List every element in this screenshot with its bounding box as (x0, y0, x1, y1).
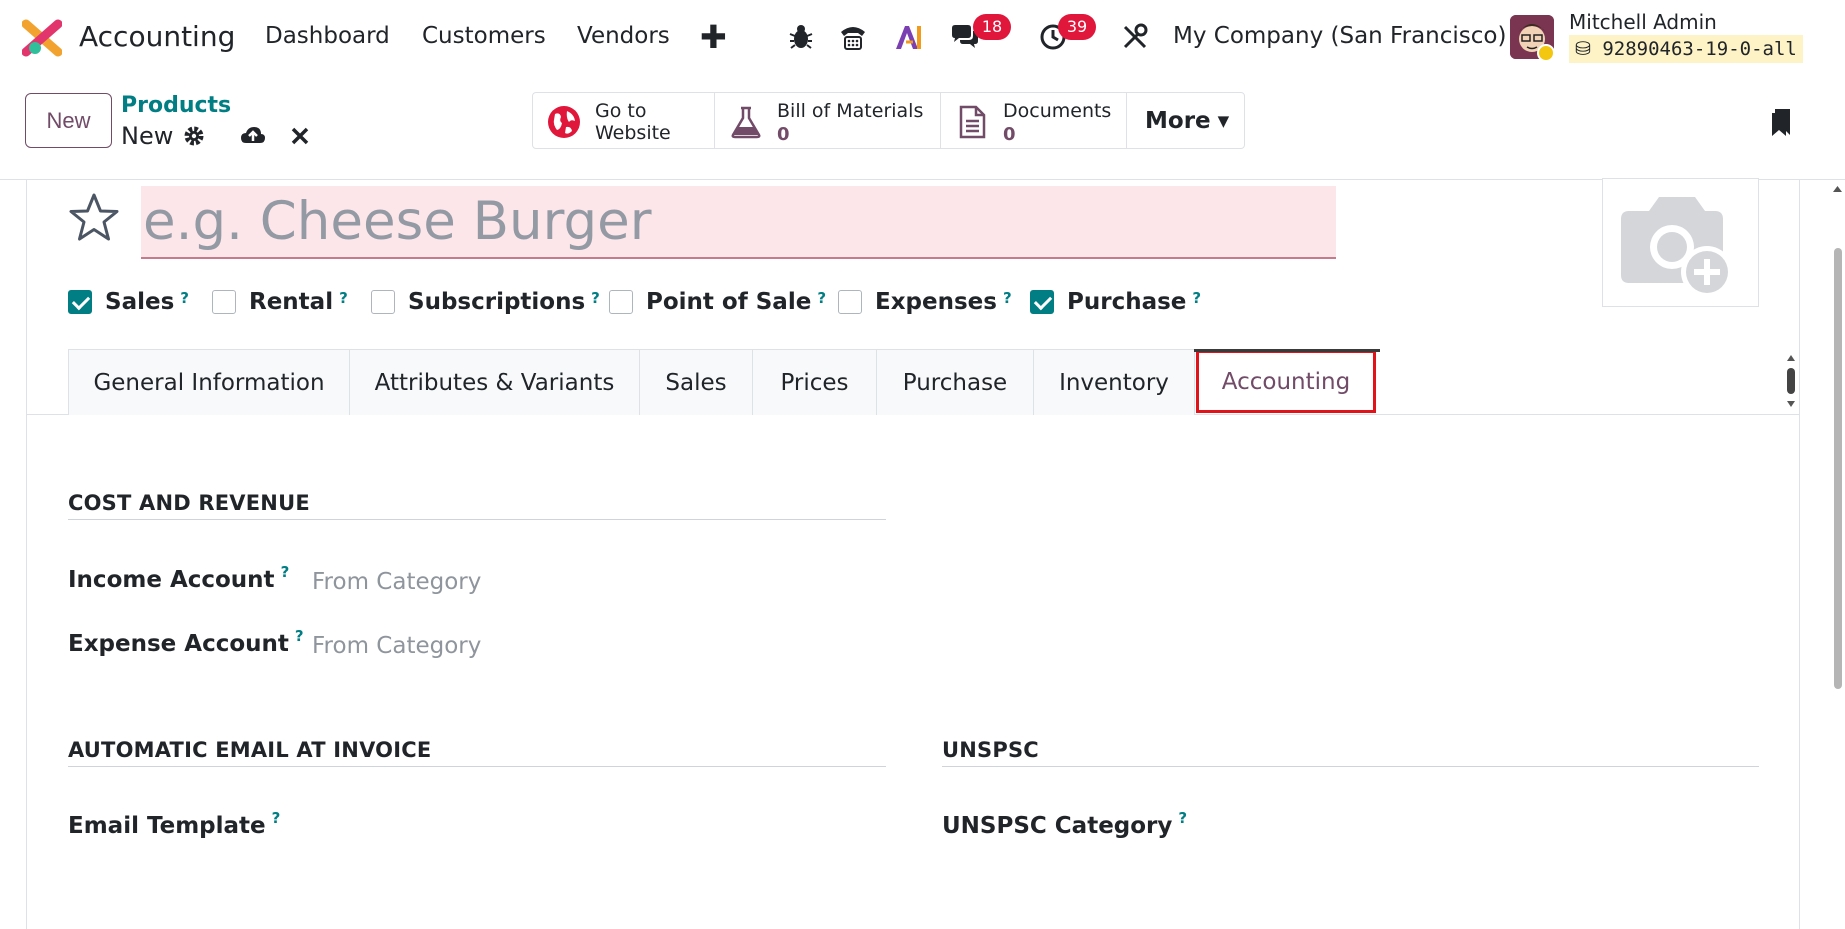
activities-badge: 39 (1058, 14, 1096, 40)
user-status-dot (1537, 44, 1555, 62)
rental-label: Rental (249, 289, 334, 315)
income-account-field[interactable]: From Category (312, 569, 481, 595)
expenses-checkbox[interactable] (838, 290, 862, 314)
section-divider (68, 519, 886, 520)
camera-add-icon (1621, 197, 1733, 298)
company-switcher[interactable]: My Company (San Francisco) (1173, 23, 1506, 49)
help-marker: ? (339, 289, 348, 307)
purchase-checkbox[interactable] (1030, 290, 1054, 314)
point-of-sale-toggle[interactable]: Point of Sale ? (609, 287, 826, 317)
database-icon: ⛁ (1575, 38, 1603, 60)
section-divider (942, 766, 1759, 767)
sales-label: Sales (105, 289, 175, 315)
email-template-label: Email Template? (68, 809, 281, 839)
documents-button[interactable]: Documents 0 (941, 93, 1127, 148)
tab-inventory[interactable]: Inventory (1033, 349, 1195, 415)
plus-icon[interactable]: ✚ (700, 18, 727, 56)
breadcrumb-products[interactable]: Products (121, 93, 231, 118)
expense-account-field[interactable]: From Category (312, 633, 481, 659)
tab-general-information[interactable]: General Information (68, 349, 350, 415)
rental-toggle[interactable]: Rental ? (212, 287, 348, 317)
favorite-star-icon[interactable] (68, 192, 120, 242)
smart-buttons: Go to Website Bill of Materials 0 Documen… (532, 92, 1245, 149)
breadcrumb-current: New (121, 122, 174, 150)
tab-prices[interactable]: Prices (752, 349, 877, 415)
discard-close-icon[interactable] (287, 124, 313, 148)
documents-label: Documents (1003, 100, 1112, 122)
globe-icon (548, 106, 580, 138)
app-title[interactable]: Accounting (79, 20, 235, 53)
rental-checkbox[interactable] (212, 290, 236, 314)
subscriptions-toggle[interactable]: Subscriptions ? (371, 287, 600, 317)
unspsc-heading: UNSPSC (942, 738, 1039, 762)
help-marker: ? (1192, 289, 1202, 307)
caret-down-icon: ▼ (1217, 111, 1230, 130)
automatic-email-heading: AUTOMATIC EMAIL AT INVOICE (68, 738, 432, 762)
go-to-website-label: Go to Website (595, 100, 671, 144)
new-button[interactable]: New (25, 93, 112, 148)
bill-of-materials-label: Bill of Materials (777, 100, 924, 122)
expenses-label: Expenses (875, 289, 997, 315)
tab-accounting[interactable]: Accounting (1196, 350, 1376, 413)
active-tab-indicator (1194, 349, 1380, 352)
document-icon (959, 105, 986, 139)
database-name: 92890463-19-0-all (1602, 38, 1797, 60)
documents-count: 0 (1003, 124, 1016, 145)
bill-of-materials-count: 0 (777, 124, 790, 145)
income-account-label: Income Account? (68, 563, 290, 593)
expenses-toggle[interactable]: Expenses ? (838, 287, 1012, 317)
purchase-toggle[interactable]: Purchase ? (1030, 287, 1201, 317)
more-label: More (1145, 107, 1211, 134)
top-navbar: Accounting Dashboard Customers Vendors ✚… (0, 0, 1845, 76)
scroll-up-arrow-icon[interactable] (1830, 180, 1845, 200)
subscriptions-label: Subscriptions (408, 289, 586, 315)
messages-badge: 18 (973, 14, 1011, 40)
unspsc-category-label: UNSPSC Category? (942, 809, 1188, 839)
app-logo-icon[interactable] (22, 18, 62, 58)
more-dropdown[interactable]: More ▼ (1127, 93, 1244, 148)
product-image-uploader[interactable] (1602, 178, 1759, 307)
tab-attributes-variants[interactable]: Attributes & Variants (349, 349, 640, 415)
unspsc-category-field[interactable] (1200, 808, 1750, 844)
nav-vendors[interactable]: Vendors (577, 23, 670, 49)
section-divider (68, 766, 886, 767)
sales-toggle[interactable]: Sales ? (68, 287, 189, 317)
nav-dashboard[interactable]: Dashboard (265, 23, 390, 49)
go-to-website-button[interactable]: Go to Website (533, 93, 715, 148)
bill-of-materials-button[interactable]: Bill of Materials 0 (715, 93, 941, 148)
point-of-sale-checkbox[interactable] (609, 290, 633, 314)
page-scrollbar-thumb[interactable] (1834, 248, 1842, 689)
database-tag: ⛁ 92890463-19-0-all (1569, 35, 1803, 63)
expense-account-label: Expense Account? (68, 627, 304, 657)
help-marker: ? (180, 289, 189, 307)
point-of-sale-label: Point of Sale (646, 289, 812, 315)
help-marker: ? (1002, 289, 1012, 307)
help-marker: ? (591, 289, 600, 307)
phone-icon[interactable] (838, 22, 868, 52)
tab-purchase[interactable]: Purchase (876, 349, 1034, 415)
user-name[interactable]: Mitchell Admin (1569, 10, 1717, 34)
bookmark-icon[interactable] (1771, 107, 1791, 137)
cost-revenue-heading: COST AND REVENUE (68, 491, 310, 515)
bug-icon[interactable] (786, 22, 816, 52)
ai-icon[interactable] (893, 22, 923, 52)
tab-sales[interactable]: Sales (639, 349, 753, 415)
subscriptions-checkbox[interactable] (371, 290, 395, 314)
sales-checkbox[interactable] (68, 290, 92, 314)
save-cloud-icon[interactable] (240, 124, 266, 148)
flask-icon (731, 106, 761, 139)
email-template-field[interactable] (312, 808, 872, 844)
help-marker: ? (817, 289, 827, 307)
product-name-input[interactable] (141, 186, 1336, 259)
settings-tools-icon[interactable] (1120, 22, 1150, 52)
purchase-label: Purchase (1067, 289, 1187, 315)
nav-customers[interactable]: Customers (422, 23, 546, 49)
tabs-scroll-indicator[interactable] (1786, 353, 1796, 409)
gear-icon[interactable] (181, 124, 207, 148)
